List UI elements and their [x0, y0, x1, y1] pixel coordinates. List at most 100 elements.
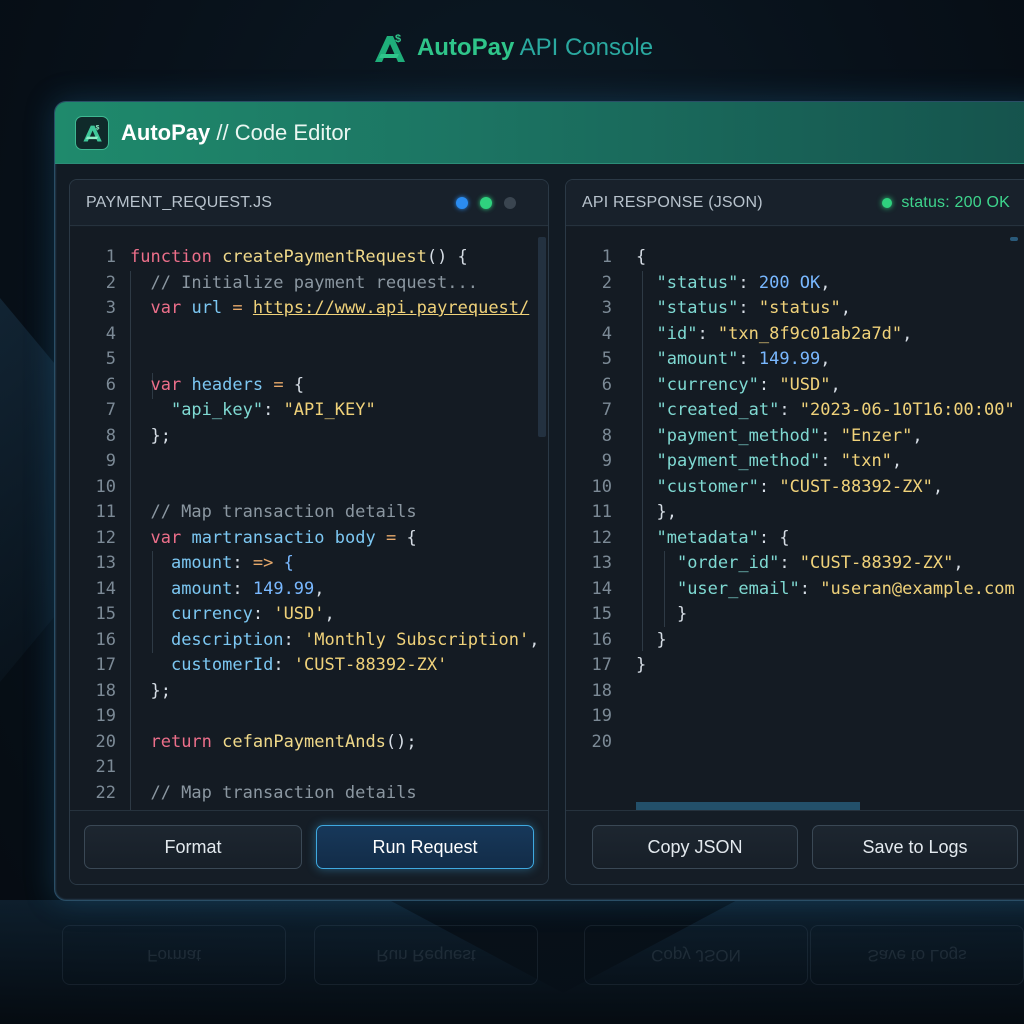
line-number: 5	[601, 349, 612, 369]
code-line: // Map transaction details	[130, 782, 417, 803]
file-name: PAYMENT_REQUEST.JS	[86, 193, 273, 211]
line-number: 5	[105, 349, 116, 369]
response-panel-footer: Copy JSON Save to Logs	[566, 810, 1024, 884]
code-scrollbar[interactable]	[538, 237, 546, 437]
brand-name-rest: API Console	[514, 34, 654, 61]
json-line: "id": "txn_8f9c01ab2a7d",	[656, 323, 913, 344]
console-brand: $ AutoPay API Console	[0, 30, 1024, 66]
brand-name-bold: AutoPay	[416, 34, 515, 61]
json-line: },	[656, 502, 677, 522]
code-line: var headers = {	[150, 374, 305, 395]
json-content[interactable]: { "status": 200 OK, "status": "status", …	[636, 245, 1015, 679]
json-viewer[interactable]: 1 2 3 4 5 6 7 8 9 10 11 12 13 14 15 16 17 18 19 20 { "statu…	[566, 227, 1024, 811]
reflection-format: Format	[62, 925, 286, 985]
code-line: // Initialize payment request...	[130, 272, 478, 293]
line-number: 2	[105, 272, 116, 293]
line-number-gutter: 1234567891011121314151617181920212223	[70, 245, 116, 811]
line-number: 17	[95, 655, 116, 675]
window-title: AutoPay // Code Editor	[121, 120, 351, 146]
code-line: amount: 149.99,	[170, 578, 325, 599]
line-number: 7	[601, 400, 612, 420]
json-horizontal-scrollbar[interactable]	[636, 802, 860, 810]
status-badge: status: 200 OK	[882, 194, 1010, 212]
json-line: {	[636, 247, 647, 267]
reflection-copy-json: Copy JSON	[584, 925, 808, 985]
code-editor[interactable]: 1234567891011121314151617181920212223 fu…	[70, 227, 548, 811]
code-line: // Map transaction details	[130, 502, 417, 522]
line-number: 19	[95, 706, 116, 726]
json-line: "order_id": "CUST-88392-ZX",	[676, 553, 964, 573]
line-number: 11	[591, 502, 612, 522]
reflection-save-to-logs: Save to Logs	[810, 925, 1024, 985]
line-number: 3	[601, 298, 612, 318]
json-scrollbar[interactable]	[1010, 237, 1018, 241]
response-panel-header: API RESPONSE (JSON) status: 200 OK	[566, 180, 1024, 226]
code-line: amount: => {	[170, 553, 294, 573]
line-number: 1	[601, 247, 612, 267]
format-button[interactable]: Format	[84, 825, 302, 869]
json-line: "created_at": "2023-06-10T16:00:00"	[656, 400, 1015, 420]
line-number: 2	[601, 272, 612, 293]
line-number: 14	[591, 578, 612, 599]
line-number: 9	[105, 451, 116, 471]
code-panel: PAYMENT_REQUEST.JS 1 2 3 4 5 6 7 8 9 10 11 12 13 14 15…	[69, 179, 549, 885]
dot-blue	[456, 196, 468, 209]
code-line: var url = https://www.api.payrequest/	[150, 298, 530, 318]
line-number: 12	[95, 527, 116, 548]
window-title-bold: AutoPay	[121, 119, 211, 145]
line-number: 16	[95, 629, 116, 650]
window-title-rest: // Code Editor	[210, 119, 351, 145]
line-number: 9	[601, 451, 612, 471]
code-content[interactable]: function createPaymentRequest() { // Ini…	[130, 245, 539, 811]
line-number: 8	[601, 425, 612, 446]
line-number-gutter: 1 2 3 4 5 6 7 8 9 10 11 12 13 14 15 16 17 18 19 20	[566, 245, 612, 755]
json-line: "currency": "USD",	[656, 374, 841, 395]
window-titlebar: $ AutoPay // Code Editor	[55, 102, 1024, 164]
line-number: 8	[105, 425, 116, 446]
line-number: 21	[95, 757, 116, 777]
response-panel: API RESPONSE (JSON) status: 200 OK 1 2 3 4 5…	[565, 179, 1024, 885]
code-line: };	[150, 425, 171, 446]
code-line: description: 'Monthly Subscription',	[170, 629, 540, 650]
json-line: "user_email": "useran@example.com	[676, 578, 1015, 599]
code-line: return cefanPaymentAnds();	[150, 731, 417, 752]
save-to-logs-button[interactable]: Save to Logs	[812, 825, 1018, 869]
line-number: 6	[601, 374, 612, 395]
autopay-logo-icon: $	[374, 33, 405, 62]
code-line: currency: 'USD',	[170, 604, 335, 624]
line-number: 18	[591, 680, 612, 701]
copy-json-button[interactable]: Copy JSON	[592, 825, 798, 869]
line-number: 4	[601, 323, 612, 344]
json-line: }	[676, 604, 688, 624]
run-request-button[interactable]: Run Request	[316, 825, 534, 869]
status-dot-icon	[882, 197, 893, 208]
code-panel-footer: Format Run Request	[70, 810, 548, 884]
json-line: "payment_method": "txn",	[656, 451, 903, 471]
json-line: }	[656, 629, 667, 650]
svg-text:$: $	[395, 33, 401, 45]
line-number: 10	[591, 476, 612, 497]
line-number: 18	[95, 680, 116, 701]
line-number: 11	[95, 502, 116, 522]
line-number: 13	[95, 553, 116, 573]
line-number: 3	[105, 298, 116, 318]
autopay-app-icon: $	[75, 115, 109, 150]
line-number: 20	[95, 731, 116, 752]
line-number: 22	[95, 782, 116, 803]
code-panel-header: PAYMENT_REQUEST.JS	[70, 180, 548, 226]
line-number: 6	[105, 374, 116, 395]
json-line: "amount": 149.99,	[656, 349, 831, 369]
line-number: 10	[95, 476, 116, 497]
code-editor-window: $ AutoPay // Code Editor PAYMENT_REQUEST…	[54, 101, 1024, 901]
response-title: API RESPONSE (JSON)	[582, 193, 763, 211]
code-line: };	[150, 680, 171, 701]
json-line: "metadata": {	[656, 527, 790, 548]
json-line: "customer": "CUST-88392-ZX",	[656, 476, 944, 497]
line-number: 19	[591, 706, 612, 726]
